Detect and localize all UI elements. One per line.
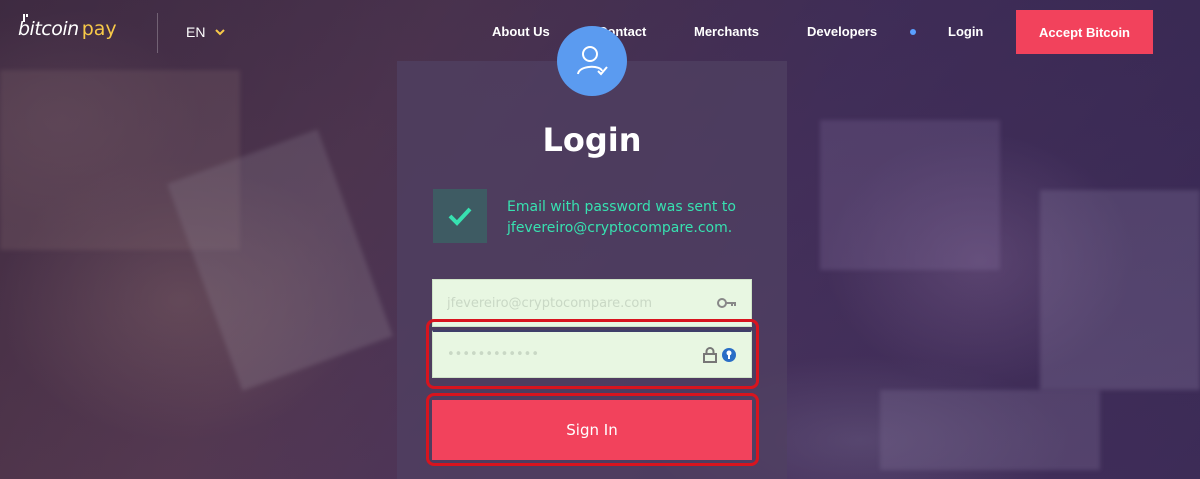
chevron-down-icon — [215, 29, 226, 36]
user-check-glyph — [577, 46, 608, 76]
nav-about-us[interactable]: About Us — [492, 24, 550, 39]
email-input[interactable] — [447, 295, 713, 311]
nav-separator-dot — [910, 29, 916, 35]
nav-login[interactable]: Login — [948, 24, 983, 39]
nav-developers[interactable]: Developers — [807, 24, 877, 39]
header-divider — [157, 13, 158, 53]
page-title: Login — [542, 121, 642, 159]
nav-merchants[interactable]: Merchants — [694, 24, 759, 39]
language-selector[interactable]: EN — [186, 24, 226, 40]
checkmark-glyph — [448, 207, 472, 226]
accept-bitcoin-button[interactable]: Accept Bitcoin — [1016, 10, 1153, 54]
language-label: EN — [186, 24, 206, 40]
logo-mark-icon — [23, 14, 28, 22]
bitcoinpay-logo[interactable]: bitcoin pay — [18, 14, 117, 40]
key-icon — [717, 298, 736, 308]
logo-text-pay: pay — [81, 18, 117, 40]
checkmark-icon — [433, 189, 487, 243]
user-check-icon — [557, 26, 627, 96]
success-message: Email with password was sent to jfeverei… — [507, 199, 736, 236]
password-highlight-box — [426, 319, 759, 389]
sign-in-highlight-box — [426, 393, 759, 466]
